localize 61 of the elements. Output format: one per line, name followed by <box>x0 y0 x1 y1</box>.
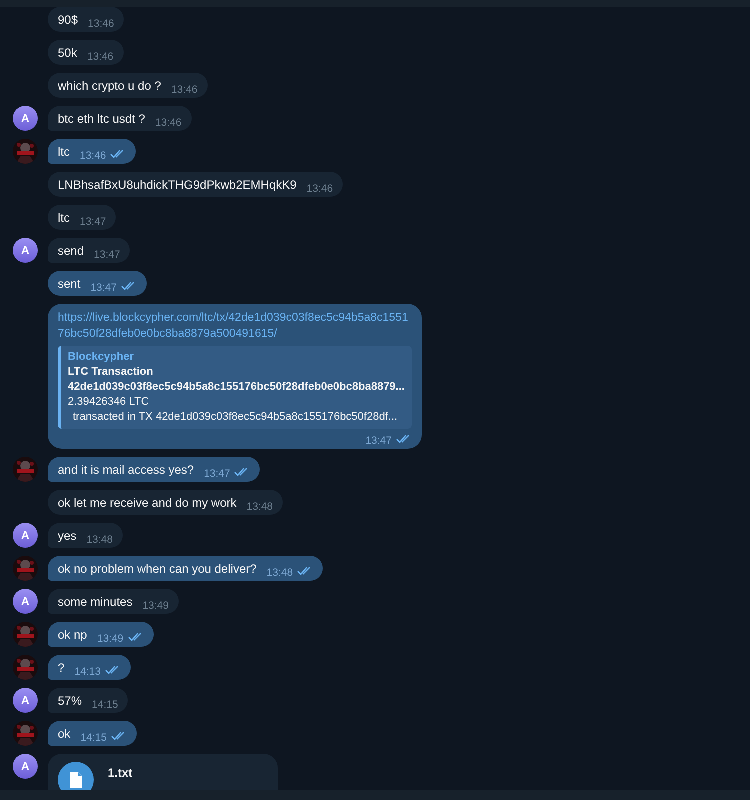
avatar[interactable]: A <box>13 688 38 713</box>
preview-title: LTC Transaction <box>68 365 154 380</box>
message-time: 14:13 <box>74 666 101 678</box>
message-text: yes <box>58 528 77 544</box>
double-check-icon <box>297 566 314 576</box>
message-time: 13:48 <box>86 534 113 546</box>
message-time: 13:47 <box>204 468 230 480</box>
double-check-icon <box>104 665 121 675</box>
message-text: LNBhsafBxU8uhdickTHG9dPkwb2EMHqkK9 <box>58 177 297 193</box>
message-text: 90$ <box>58 12 78 28</box>
message-text: send <box>58 243 84 259</box>
double-check-icon <box>128 632 144 642</box>
link[interactable]: https://live.blockcypher.com/ltc/tx/42de1d039c03f8ec5c94b5a8c155176bc50f28dfeb0e0bc8ba8879a500491615/ <box>58 310 412 342</box>
message-time: 13:47 <box>94 249 120 261</box>
file-message[interactable]: 1.txt <box>48 754 278 790</box>
file-icon[interactable] <box>58 762 94 790</box>
message-time: 13:49 <box>142 600 169 612</box>
message-text: some minutes <box>58 594 133 610</box>
message-time: 13:49 <box>97 633 124 645</box>
file-name: 1.txt <box>108 765 133 780</box>
message-text: 50k <box>58 45 78 61</box>
message-text: ok <box>58 726 71 742</box>
message-text: and it is mail access yes? <box>58 462 194 478</box>
link-preview[interactable]: Blockcypher LTC Transaction 42de1d039c03f8ec5c94b5a8c155176bc50f28dfeb0e0bc8ba8879... 2.39426346 LTC transacted in TX 42de1d039c03f8ec5c94b5a8c155176bc50f28df... <box>58 346 412 429</box>
message-time: 14:15 <box>92 699 118 711</box>
double-check-icon <box>110 731 127 741</box>
message-text: ok let me receive and do my work <box>58 495 237 511</box>
message-time: 13:46 <box>80 150 106 162</box>
double-check-icon <box>396 434 412 444</box>
message-time: 13:48 <box>266 567 294 579</box>
double-check-icon <box>234 467 250 477</box>
message-text: which crypto u do ? <box>58 78 162 94</box>
message-time: 13:46 <box>87 51 114 63</box>
avatar[interactable]: A <box>13 754 38 779</box>
message-time: 14:15 <box>80 732 107 744</box>
message-text: ltc <box>58 210 70 226</box>
message-text: sent <box>58 276 81 292</box>
message-time: 13:46 <box>155 117 182 129</box>
message-text: ? <box>58 660 65 676</box>
avatar[interactable]: A <box>13 589 38 614</box>
message-time: 13:48 <box>246 501 274 513</box>
preview-site: Blockcypher <box>68 350 136 365</box>
message-text: 57% <box>58 693 82 709</box>
double-check-icon <box>110 149 126 159</box>
message-text: btc eth ltc usdt ? <box>58 111 146 127</box>
preview-title: 42de1d039c03f8ec5c94b5a8c155176bc50f28dfeb0e0bc8ba8879... <box>68 380 405 395</box>
message-time: 13:46 <box>306 183 334 195</box>
message-time: 13:46 <box>171 84 198 96</box>
message-time: 13:47 <box>80 216 106 228</box>
avatar[interactable]: A <box>13 523 38 548</box>
message-time: 13:47 <box>366 435 392 447</box>
message-time: 13:46 <box>88 18 114 30</box>
message-text: ltc <box>58 144 70 160</box>
preview-description: 2.39426346 LTC <box>68 395 150 410</box>
preview-description: transacted in TX 42de1d039c03f8ec5c94b5a8c155176bc50f28df... <box>72 410 399 425</box>
message-text: ok np <box>58 627 88 643</box>
message-text: ok no problem when can you deliver? <box>58 561 257 577</box>
avatar[interactable]: A <box>13 106 38 131</box>
message-time: 13:47 <box>90 282 117 294</box>
avatar[interactable]: A <box>13 238 38 263</box>
double-check-icon <box>120 281 137 291</box>
